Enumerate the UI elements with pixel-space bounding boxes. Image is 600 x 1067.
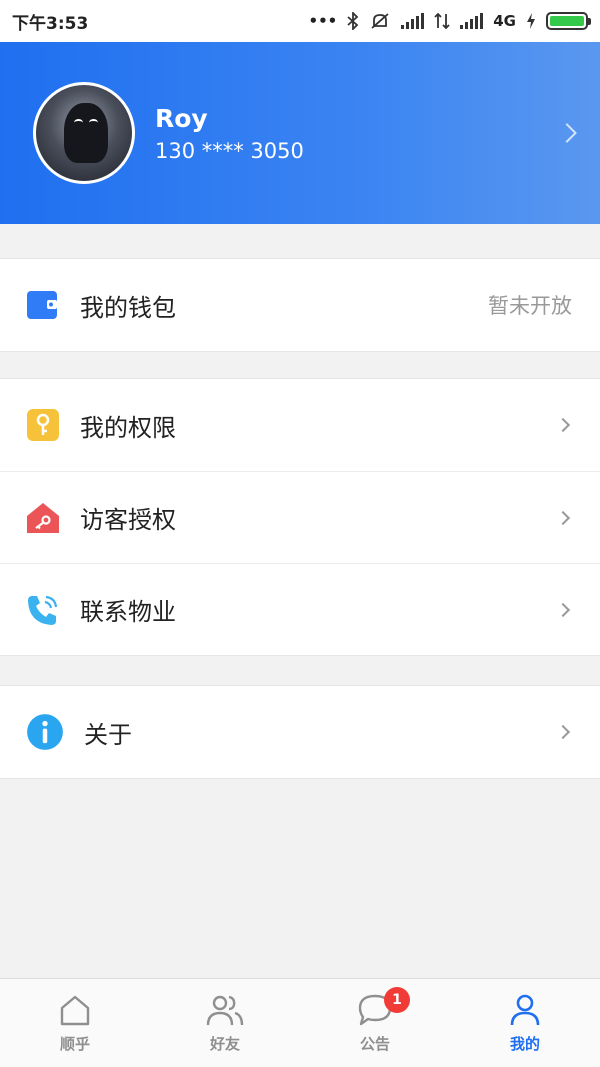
services-section: 我的权限 访客授权 联系物业 xyxy=(0,378,600,656)
nav-friends[interactable]: 好友 xyxy=(150,979,300,1067)
battery-icon xyxy=(546,12,591,30)
more-dots-icon: ••• xyxy=(308,12,338,30)
wallet-status: 暂未开放 xyxy=(488,294,572,318)
avatar[interactable] xyxy=(33,82,135,184)
nav-home[interactable]: 顺乎 xyxy=(0,979,150,1067)
profile-name: Roy xyxy=(155,103,208,133)
bottom-nav: 顺乎 好友 1 公告 我的 xyxy=(0,978,600,1067)
status-icons: ••• 4G xyxy=(308,12,591,30)
nav-me[interactable]: 我的 xyxy=(450,979,600,1067)
about-label: 关于 xyxy=(84,720,132,749)
nav-friends-label: 好友 xyxy=(209,1034,240,1053)
visitor-label: 访客授权 xyxy=(80,506,176,534)
nav-me-label: 我的 xyxy=(509,1034,540,1053)
muted-bell-icon xyxy=(371,13,389,29)
about-section: 关于 xyxy=(0,685,600,779)
bluetooth-icon xyxy=(347,12,359,30)
contact-row[interactable]: 联系物业 xyxy=(0,563,600,655)
contact-label: 联系物业 xyxy=(80,598,176,626)
visitor-row[interactable]: 访客授权 xyxy=(0,471,600,563)
about-row[interactable]: 关于 xyxy=(0,686,600,778)
profile-header[interactable]: Roy 130 **** 3050 xyxy=(0,42,600,224)
chevron-right-icon xyxy=(555,417,571,433)
data-arrows-icon xyxy=(434,12,450,30)
nav-announcements[interactable]: 1 公告 xyxy=(300,979,450,1067)
chevron-right-icon xyxy=(555,510,571,525)
house-key-icon xyxy=(27,502,59,533)
wallet-label: 我的钱包 xyxy=(80,293,176,322)
wallet-icon xyxy=(27,291,57,319)
nav-home-label: 顺乎 xyxy=(59,1034,90,1053)
chevron-right-icon xyxy=(555,724,571,740)
network-type: 4G xyxy=(493,12,516,30)
nav-announcements-label: 公告 xyxy=(359,1034,390,1053)
permissions-label: 我的权限 xyxy=(80,413,176,442)
signal-icon-2 xyxy=(460,13,484,29)
charging-icon xyxy=(527,13,535,29)
profile-phone: 130 **** 3050 xyxy=(155,138,304,163)
chevron-right-icon xyxy=(555,602,571,617)
signal-icon xyxy=(401,13,425,29)
permissions-row[interactable]: 我的权限 xyxy=(0,379,600,471)
profile-info: Roy 130 **** 3050 xyxy=(155,104,304,163)
friends-icon xyxy=(206,995,244,1025)
wallet-section: 我的钱包 暂未开放 xyxy=(0,258,600,352)
wallet-row[interactable]: 我的钱包 暂未开放 xyxy=(0,259,600,351)
person-icon xyxy=(510,994,540,1025)
key-icon xyxy=(27,409,59,441)
phone-icon xyxy=(28,595,58,625)
home-icon xyxy=(60,995,90,1025)
notification-badge: 1 xyxy=(384,987,410,1013)
status-time: 下午3:53 xyxy=(12,13,89,34)
chevron-right-icon xyxy=(557,123,577,143)
info-icon xyxy=(27,714,63,750)
status-bar: 下午3:53 ••• 4G xyxy=(0,0,600,42)
